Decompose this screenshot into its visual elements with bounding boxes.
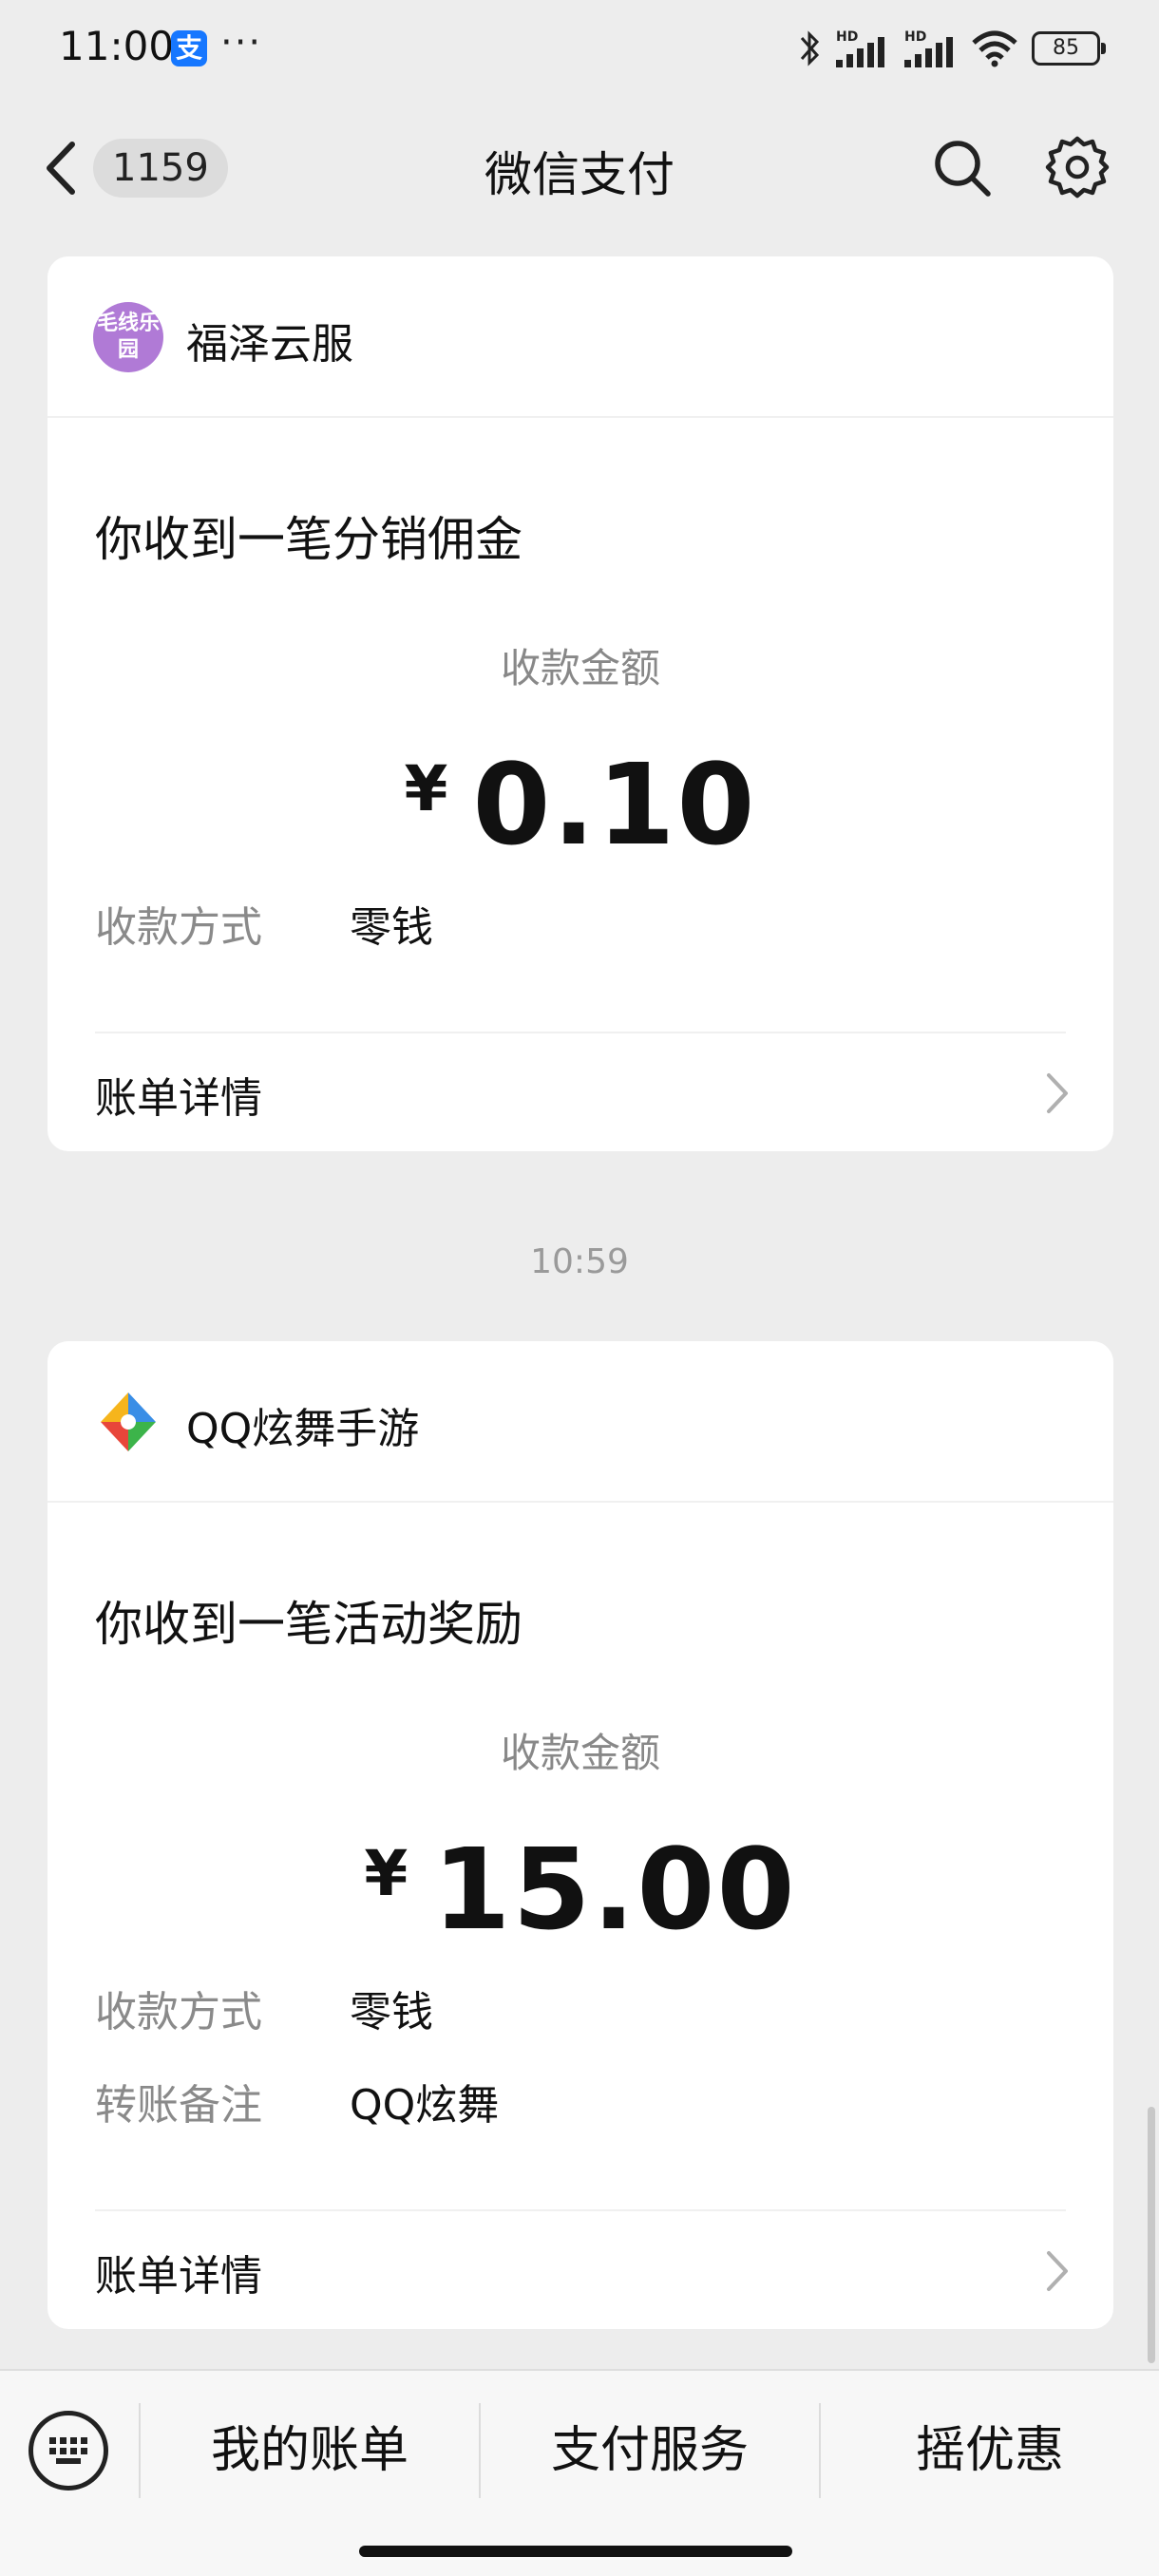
chevron-right-icon	[1047, 2251, 1068, 2291]
field-label: 收款方式	[95, 1988, 262, 2036]
bill-details-link[interactable]: 账单详情	[48, 1033, 1113, 1147]
bluetooth-icon	[800, 30, 820, 66]
payment-message-card[interactable]: QQ炫舞手游 你收到一笔活动奖励 收款金额 ¥15.00 收款方式 零钱 转账备…	[48, 1341, 1113, 2329]
keyboard-toggle-button[interactable]	[28, 2411, 108, 2491]
field-value: QQ炫舞	[350, 2081, 500, 2130]
svg-text:HD: HD	[836, 29, 858, 45]
menu-my-bills[interactable]: 我的账单	[141, 2399, 479, 2502]
nav-bar: 1159 微信支付	[0, 95, 1159, 237]
status-time: 11:00	[59, 23, 175, 69]
currency-symbol: ¥	[364, 1837, 408, 1910]
more-notifications-icon: ···	[220, 21, 263, 65]
menu-shake-deals[interactable]: 摇优惠	[821, 2399, 1159, 2502]
bottom-menu: 我的账单 支付服务 摇优惠	[0, 2369, 1159, 2576]
merchant-name[interactable]: 福泽云服	[186, 310, 353, 370]
field-label: 转账备注	[95, 2081, 262, 2130]
amount: ¥15.00	[48, 1824, 1113, 1955]
status-icons: HD HD 85	[798, 25, 1106, 72]
amount-value: 0.10	[472, 739, 757, 870]
chevron-right-icon	[1047, 1073, 1068, 1113]
gear-icon	[1045, 136, 1110, 199]
keyboard-icon	[49, 2437, 87, 2464]
alipay-notification-icon: 支	[171, 30, 207, 66]
status-bar: 11:00 支 ··· HD HD 85	[0, 0, 1159, 95]
payment-message-card[interactable]: 毛线乐园 福泽云服 你收到一笔分销佣金 收款金额 ¥0.10 收款方式 零钱 账…	[48, 256, 1113, 1151]
amount-value: 15.00	[432, 1824, 797, 1955]
search-icon	[935, 141, 991, 197]
svg-text:HD: HD	[904, 29, 926, 45]
notice-title: 你收到一笔分销佣金	[95, 512, 522, 567]
amount: ¥0.10	[48, 739, 1113, 870]
signal-hd-icon: HD	[836, 29, 884, 67]
settings-button[interactable]	[1045, 135, 1110, 199]
currency-symbol: ¥	[404, 752, 448, 825]
home-indicator[interactable]	[359, 2546, 792, 2557]
notice-title: 你收到一笔活动奖励	[95, 1597, 522, 1652]
bill-details-link[interactable]: 账单详情	[48, 2211, 1113, 2325]
card-header: QQ炫舞手游	[48, 1341, 1113, 1503]
message-timestamp: 10:59	[530, 1242, 629, 1281]
field-value: 零钱	[350, 1988, 433, 2036]
qq-dance-logo-icon	[101, 1392, 156, 1451]
signal-hd-icon: HD	[904, 29, 953, 67]
amount-label: 收款金额	[500, 1730, 660, 1776]
search-button[interactable]	[931, 137, 994, 199]
battery-icon: 85	[1032, 31, 1106, 66]
merchant-logo: 毛线乐园	[93, 302, 163, 372]
menu-payment-services[interactable]: 支付服务	[481, 2399, 819, 2502]
bill-details-label: 账单详情	[95, 2252, 262, 2301]
merchant-name[interactable]: QQ炫舞手游	[186, 1394, 419, 1455]
scrollbar[interactable]	[1148, 2107, 1155, 2363]
field-label: 收款方式	[95, 903, 262, 952]
amount-label: 收款金额	[500, 645, 660, 691]
bill-details-label: 账单详情	[95, 1074, 262, 1123]
field-value: 零钱	[350, 903, 433, 952]
wifi-icon	[972, 30, 1017, 67]
card-header: 毛线乐园 福泽云服	[48, 256, 1113, 418]
